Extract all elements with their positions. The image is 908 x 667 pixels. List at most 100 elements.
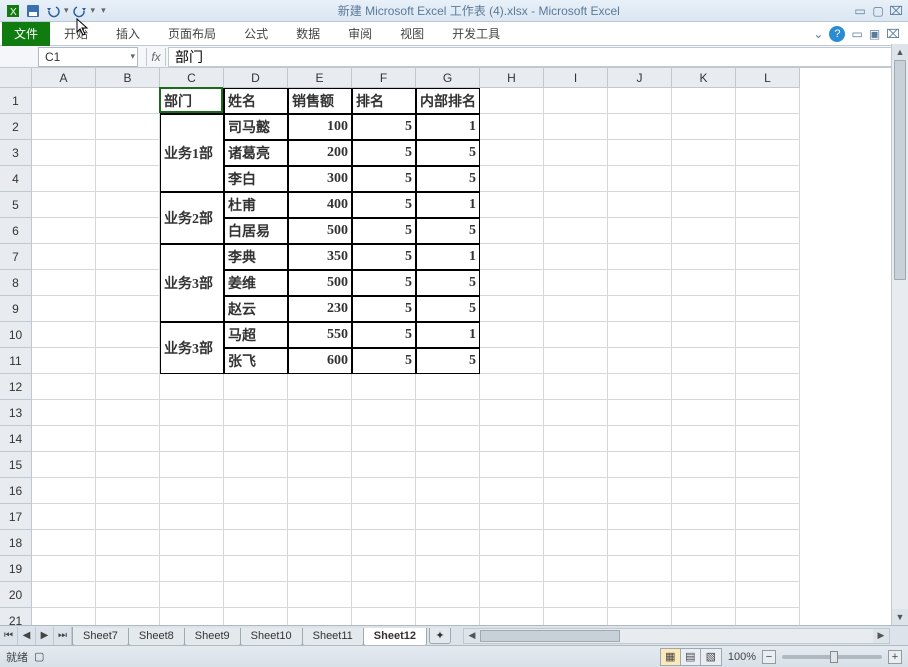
cell-E5[interactable]: 400: [288, 192, 352, 218]
select-all-corner[interactable]: [0, 68, 32, 88]
cell-F11[interactable]: 5: [352, 348, 416, 374]
ribbon-minimize-icon[interactable]: ⌄: [813, 27, 823, 41]
cell-F13[interactable]: [352, 400, 416, 426]
cell-I6[interactable]: [544, 218, 608, 244]
sheet-tab-Sheet11[interactable]: Sheet11: [302, 628, 364, 646]
cell-C13[interactable]: [160, 400, 224, 426]
cell-D1[interactable]: 姓名: [224, 88, 288, 114]
row-header-9[interactable]: 9: [0, 296, 31, 322]
cell-A14[interactable]: [32, 426, 96, 452]
cell-I17[interactable]: [544, 504, 608, 530]
scroll-up-icon[interactable]: ▲: [892, 44, 908, 60]
cell-E17[interactable]: [288, 504, 352, 530]
fx-icon[interactable]: fx: [146, 48, 166, 66]
cell-G8[interactable]: 5: [416, 270, 480, 296]
cell-E8[interactable]: 500: [288, 270, 352, 296]
cell-I2[interactable]: [544, 114, 608, 140]
close-icon[interactable]: ⌧: [888, 4, 904, 18]
cell-B4[interactable]: [96, 166, 160, 192]
ribbon-tab-3[interactable]: 公式: [230, 22, 282, 46]
cell-A20[interactable]: [32, 582, 96, 608]
cell-G6[interactable]: 5: [416, 218, 480, 244]
scroll-v-thumb[interactable]: [894, 60, 906, 280]
row-header-18[interactable]: 18: [0, 530, 31, 556]
cell-L4[interactable]: [736, 166, 800, 192]
cell-D4[interactable]: 李白: [224, 166, 288, 192]
cell-L19[interactable]: [736, 556, 800, 582]
cell-F18[interactable]: [352, 530, 416, 556]
cell-I12[interactable]: [544, 374, 608, 400]
cell-E1[interactable]: 销售额: [288, 88, 352, 114]
cell-F16[interactable]: [352, 478, 416, 504]
cell-C7[interactable]: 业务3部: [160, 244, 224, 322]
cell-K13[interactable]: [672, 400, 736, 426]
cell-A9[interactable]: [32, 296, 96, 322]
row-header-19[interactable]: 19: [0, 556, 31, 582]
maximize-icon[interactable]: ▢: [870, 4, 886, 18]
cell-H2[interactable]: [480, 114, 544, 140]
cell-K11[interactable]: [672, 348, 736, 374]
col-header-J[interactable]: J: [608, 68, 672, 87]
cell-L9[interactable]: [736, 296, 800, 322]
cell-I14[interactable]: [544, 426, 608, 452]
cell-H1[interactable]: [480, 88, 544, 114]
cell-G19[interactable]: [416, 556, 480, 582]
cell-I16[interactable]: [544, 478, 608, 504]
save-icon[interactable]: [24, 2, 42, 20]
cell-J10[interactable]: [608, 322, 672, 348]
ribbon-tab-5[interactable]: 审阅: [334, 22, 386, 46]
vertical-scrollbar[interactable]: ▲ ▼: [891, 44, 908, 625]
row-header-12[interactable]: 12: [0, 374, 31, 400]
cell-I13[interactable]: [544, 400, 608, 426]
cell-E12[interactable]: [288, 374, 352, 400]
ribbon-tab-7[interactable]: 开发工具: [438, 22, 514, 46]
cell-I9[interactable]: [544, 296, 608, 322]
col-header-H[interactable]: H: [480, 68, 544, 87]
ribbon-tab-6[interactable]: 视图: [386, 22, 438, 46]
cell-C12[interactable]: [160, 374, 224, 400]
cell-A5[interactable]: [32, 192, 96, 218]
cell-I18[interactable]: [544, 530, 608, 556]
cell-C14[interactable]: [160, 426, 224, 452]
row-header-14[interactable]: 14: [0, 426, 31, 452]
cell-I20[interactable]: [544, 582, 608, 608]
cell-G5[interactable]: 1: [416, 192, 480, 218]
cell-J17[interactable]: [608, 504, 672, 530]
ribbon-tab-2[interactable]: 页面布局: [154, 22, 230, 46]
cell-F9[interactable]: 5: [352, 296, 416, 322]
cell-F6[interactable]: 5: [352, 218, 416, 244]
tab-prev-icon[interactable]: ◀: [18, 627, 36, 645]
cell-K9[interactable]: [672, 296, 736, 322]
cell-L7[interactable]: [736, 244, 800, 270]
cell-B10[interactable]: [96, 322, 160, 348]
cell-B13[interactable]: [96, 400, 160, 426]
cell-H10[interactable]: [480, 322, 544, 348]
cell-C20[interactable]: [160, 582, 224, 608]
sheet-tab-Sheet12[interactable]: Sheet12: [363, 628, 427, 646]
cell-A18[interactable]: [32, 530, 96, 556]
cell-B5[interactable]: [96, 192, 160, 218]
cell-A17[interactable]: [32, 504, 96, 530]
cell-J7[interactable]: [608, 244, 672, 270]
cell-I19[interactable]: [544, 556, 608, 582]
cell-E9[interactable]: 230: [288, 296, 352, 322]
col-header-D[interactable]: D: [224, 68, 288, 87]
cell-B15[interactable]: [96, 452, 160, 478]
cell-J16[interactable]: [608, 478, 672, 504]
cell-B19[interactable]: [96, 556, 160, 582]
cell-E15[interactable]: [288, 452, 352, 478]
cell-D5[interactable]: 杜甫: [224, 192, 288, 218]
cell-F15[interactable]: [352, 452, 416, 478]
cell-F2[interactable]: 5: [352, 114, 416, 140]
cell-I3[interactable]: [544, 140, 608, 166]
cell-D9[interactable]: 赵云: [224, 296, 288, 322]
cell-B7[interactable]: [96, 244, 160, 270]
horizontal-scrollbar[interactable]: ◀ ▶: [463, 628, 890, 644]
cells-area[interactable]: 部门姓名销售额排名内部排名业务1部司马懿10051诸葛亮20055李白30055…: [32, 88, 800, 634]
cell-G7[interactable]: 1: [416, 244, 480, 270]
cell-K16[interactable]: [672, 478, 736, 504]
cell-J6[interactable]: [608, 218, 672, 244]
row-header-17[interactable]: 17: [0, 504, 31, 530]
new-sheet-icon[interactable]: ✦: [429, 628, 451, 644]
excel-icon[interactable]: X: [4, 2, 22, 20]
